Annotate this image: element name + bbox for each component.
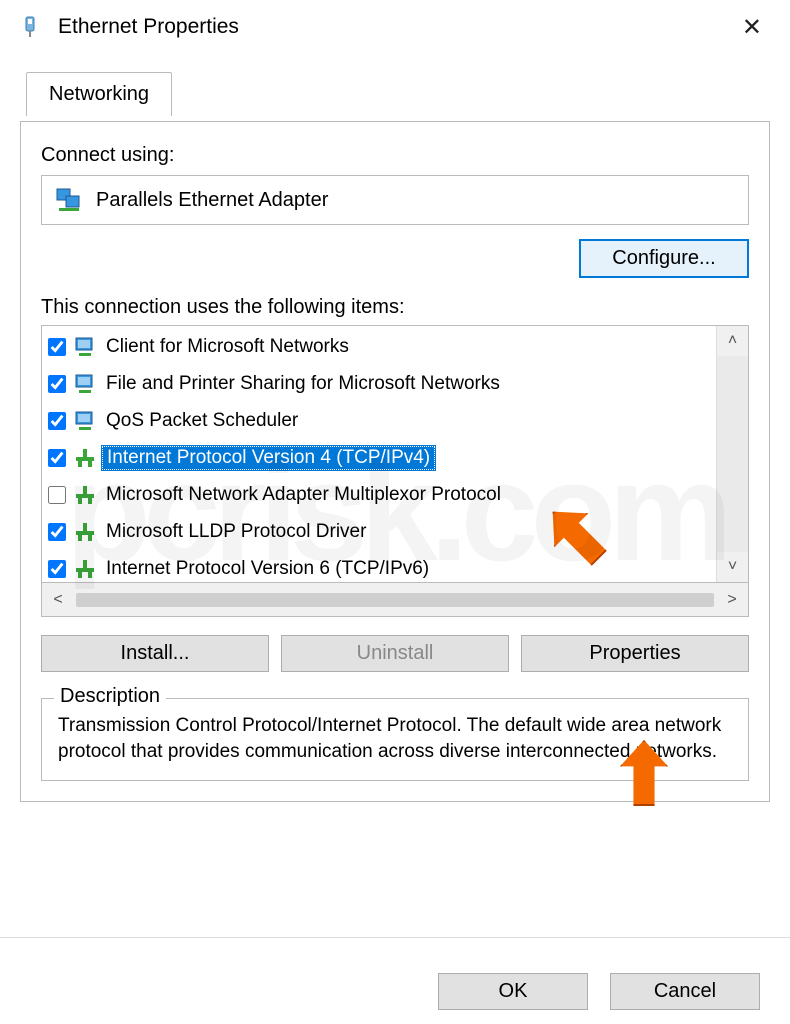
list-item[interactable]: Microsoft LLDP Protocol Driver [42,513,716,550]
item-checkbox[interactable] [48,523,66,541]
tab-strip: Networking [20,72,770,122]
items-listbox[interactable]: Client for Microsoft Networks File and Pr… [41,325,749,583]
app-icon [20,15,40,39]
list-item[interactable]: Internet Protocol Version 4 (TCP/IPv4) [42,439,716,476]
adapter-name: Parallels Ethernet Adapter [96,189,328,212]
network-adapter-icon [56,188,82,212]
scroll-left-icon[interactable]: < [42,591,74,609]
scroll-right-icon[interactable]: > [716,591,748,609]
configure-button[interactable]: Configure... [579,239,749,278]
list-item[interactable]: Microsoft Network Adapter Multiplexor Pr… [42,476,716,513]
hscroll-track[interactable] [76,593,714,607]
title-bar: Ethernet Properties ✕ [0,0,790,54]
window-title: Ethernet Properties [58,15,734,39]
separator [0,937,790,938]
protocol-icon [74,484,96,506]
scroll-down-icon[interactable]: ˅ [728,552,737,582]
service-icon [74,410,96,432]
item-checkbox[interactable] [48,375,66,393]
uninstall-button: Uninstall [281,635,509,672]
cancel-button[interactable]: Cancel [610,973,760,1010]
item-checkbox[interactable] [48,412,66,430]
item-checkbox[interactable] [48,486,66,504]
close-icon[interactable]: ✕ [734,13,770,42]
item-label: Internet Protocol Version 4 (TCP/IPv4) [102,446,435,470]
item-label: Client for Microsoft Networks [102,336,353,358]
tab-panel: Connect using: Parallels Ethernet Adapte… [20,122,770,802]
list-item[interactable]: Client for Microsoft Networks [42,328,716,365]
list-item[interactable]: File and Printer Sharing for Microsoft N… [42,365,716,402]
install-button[interactable]: Install... [41,635,269,672]
description-legend: Description [54,685,166,708]
service-icon [74,373,96,395]
connect-using-label: Connect using: [41,144,749,167]
horizontal-scrollbar[interactable]: < > [41,583,749,617]
item-label: Microsoft Network Adapter Multiplexor Pr… [102,484,505,506]
action-row: Install... Uninstall Properties [41,635,749,672]
protocol-icon [74,558,96,580]
item-label: Internet Protocol Version 6 (TCP/IPv6) [102,558,433,580]
item-checkbox[interactable] [48,449,66,467]
ok-button[interactable]: OK [438,973,588,1010]
adapter-box[interactable]: Parallels Ethernet Adapter [41,175,749,225]
item-checkbox[interactable] [48,560,66,578]
description-text: Transmission Control Protocol/Internet P… [58,713,732,764]
item-label: QoS Packet Scheduler [102,410,302,432]
scroll-up-icon[interactable]: ˄ [728,326,737,356]
properties-button[interactable]: Properties [521,635,749,672]
protocol-icon [74,521,96,543]
list-item[interactable]: Internet Protocol Version 6 (TCP/IPv6) [42,550,716,582]
description-group: Description Transmission Control Protoco… [41,698,749,781]
service-icon [74,336,96,358]
item-label: Microsoft LLDP Protocol Driver [102,521,370,543]
items-label: This connection uses the following items… [41,296,749,319]
vertical-scrollbar[interactable]: ˄ ˅ [716,326,748,582]
protocol-icon [74,447,96,469]
dialog-buttons: OK Cancel [438,973,760,1010]
tab-underline [20,121,770,122]
item-label: File and Printer Sharing for Microsoft N… [102,373,504,395]
item-checkbox[interactable] [48,338,66,356]
scroll-track[interactable] [717,356,748,552]
list-item[interactable]: QoS Packet Scheduler [42,402,716,439]
tab-networking[interactable]: Networking [26,72,172,116]
